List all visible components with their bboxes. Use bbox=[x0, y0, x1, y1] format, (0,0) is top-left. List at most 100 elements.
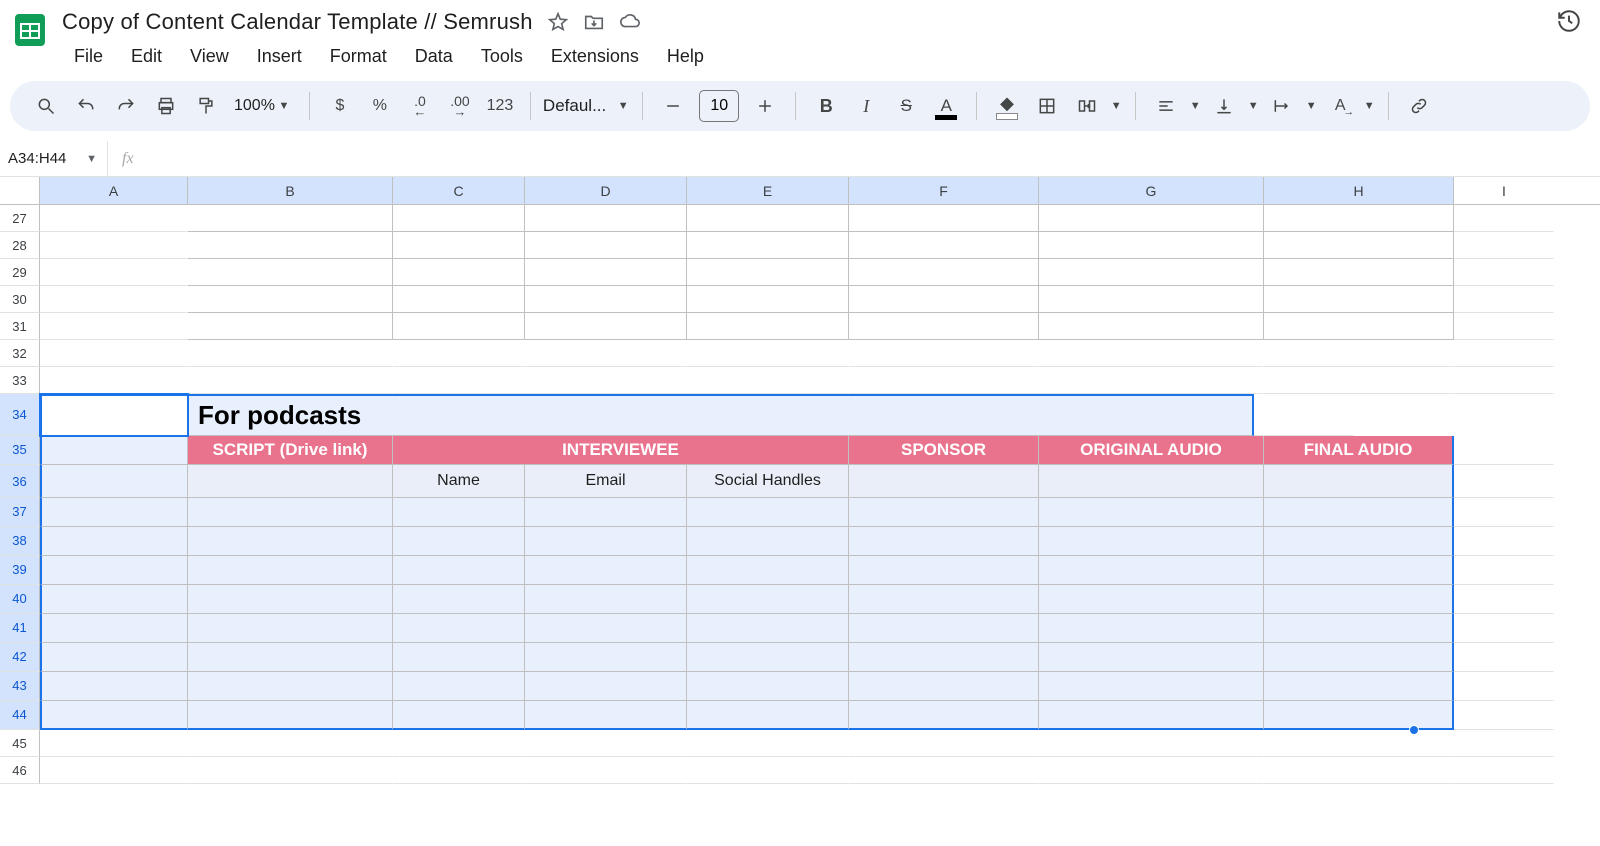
cell[interactable] bbox=[188, 259, 393, 286]
doc-title[interactable]: Copy of Content Calendar Template // Sem… bbox=[62, 9, 533, 35]
cell[interactable] bbox=[849, 556, 1039, 585]
col-header[interactable]: D bbox=[525, 177, 687, 204]
cell[interactable] bbox=[687, 367, 849, 394]
selection-handle[interactable] bbox=[1409, 725, 1419, 735]
cell[interactable] bbox=[1264, 259, 1454, 286]
cell[interactable] bbox=[687, 614, 849, 643]
formula-input[interactable] bbox=[134, 141, 1600, 176]
print-icon[interactable] bbox=[148, 88, 184, 124]
version-history-icon[interactable] bbox=[1556, 8, 1584, 36]
cell[interactable] bbox=[393, 643, 525, 672]
cell[interactable] bbox=[1039, 465, 1264, 498]
cell[interactable] bbox=[687, 556, 849, 585]
cell[interactable] bbox=[40, 232, 188, 259]
cell[interactable] bbox=[849, 585, 1039, 614]
cell[interactable] bbox=[849, 757, 1039, 784]
caret-down-icon[interactable]: ▼ bbox=[86, 153, 97, 165]
active-cell[interactable] bbox=[40, 394, 188, 436]
col-header[interactable]: E bbox=[687, 177, 849, 204]
cell[interactable] bbox=[1264, 498, 1454, 527]
cell[interactable] bbox=[188, 313, 393, 340]
cell[interactable] bbox=[40, 585, 188, 614]
caret-down-icon[interactable]: ▼ bbox=[1188, 100, 1202, 112]
paint-format-icon[interactable] bbox=[188, 88, 224, 124]
cell[interactable] bbox=[393, 259, 525, 286]
cell[interactable] bbox=[1454, 556, 1554, 585]
cell[interactable] bbox=[525, 286, 687, 313]
cell[interactable] bbox=[40, 643, 188, 672]
col-header[interactable]: F bbox=[849, 177, 1039, 204]
caret-down-icon[interactable]: ▼ bbox=[1304, 100, 1318, 112]
cell[interactable] bbox=[525, 556, 687, 585]
cell[interactable] bbox=[40, 205, 188, 232]
cell[interactable] bbox=[1454, 672, 1554, 701]
cell[interactable] bbox=[525, 701, 687, 730]
cell[interactable] bbox=[1039, 672, 1264, 701]
search-icon[interactable] bbox=[28, 88, 64, 124]
cell[interactable] bbox=[849, 205, 1039, 232]
cell[interactable] bbox=[1039, 643, 1264, 672]
col-header[interactable]: I bbox=[1454, 177, 1554, 204]
cell[interactable] bbox=[1039, 614, 1264, 643]
cell[interactable] bbox=[1264, 757, 1454, 784]
cell[interactable] bbox=[1039, 527, 1264, 556]
cell[interactable] bbox=[1039, 205, 1264, 232]
caret-down-icon[interactable]: ▼ bbox=[1246, 100, 1260, 112]
cell[interactable] bbox=[40, 527, 188, 556]
cell[interactable] bbox=[188, 232, 393, 259]
cell[interactable] bbox=[687, 672, 849, 701]
cell[interactable] bbox=[1039, 730, 1264, 757]
move-folder-icon[interactable] bbox=[583, 11, 605, 33]
cell[interactable] bbox=[188, 465, 393, 498]
cell[interactable] bbox=[393, 585, 525, 614]
fill-color-button[interactable] bbox=[989, 88, 1025, 124]
name-box[interactable]: A34:H44▼ bbox=[0, 141, 108, 176]
cell[interactable] bbox=[393, 701, 525, 730]
cell[interactable] bbox=[849, 232, 1039, 259]
cell[interactable] bbox=[188, 757, 393, 784]
caret-down-icon[interactable]: ▼ bbox=[1362, 100, 1376, 112]
cell[interactable] bbox=[849, 465, 1039, 498]
cell[interactable] bbox=[1264, 232, 1454, 259]
increase-font-size-button[interactable] bbox=[747, 88, 783, 124]
cell[interactable] bbox=[1454, 465, 1554, 498]
cell[interactable] bbox=[1039, 340, 1264, 367]
cell[interactable] bbox=[849, 730, 1039, 757]
increase-decimal-button[interactable]: .00→ bbox=[442, 88, 478, 124]
cell[interactable] bbox=[393, 205, 525, 232]
spreadsheet-grid[interactable]: A B C D E F G H I 27 28 29 30 31 32 33 3… bbox=[0, 177, 1600, 784]
cell[interactable] bbox=[393, 286, 525, 313]
cell[interactable] bbox=[1039, 701, 1264, 730]
cell[interactable] bbox=[687, 232, 849, 259]
cell[interactable] bbox=[188, 527, 393, 556]
cell[interactable] bbox=[188, 730, 393, 757]
cell[interactable] bbox=[1454, 286, 1554, 313]
cell[interactable] bbox=[40, 465, 188, 498]
cell[interactable] bbox=[687, 259, 849, 286]
cell[interactable] bbox=[1454, 527, 1554, 556]
cell[interactable] bbox=[525, 527, 687, 556]
cell[interactable] bbox=[687, 313, 849, 340]
cell[interactable] bbox=[687, 340, 849, 367]
cell[interactable] bbox=[1454, 585, 1554, 614]
col-header[interactable]: A bbox=[40, 177, 188, 204]
cell[interactable] bbox=[1264, 286, 1454, 313]
cell[interactable] bbox=[40, 672, 188, 701]
cell[interactable] bbox=[188, 672, 393, 701]
section-title-cell[interactable]: For podcasts bbox=[188, 394, 1254, 436]
cell[interactable] bbox=[393, 527, 525, 556]
cell[interactable] bbox=[849, 701, 1039, 730]
cell[interactable] bbox=[188, 367, 393, 394]
cell[interactable] bbox=[849, 498, 1039, 527]
cell[interactable] bbox=[188, 340, 393, 367]
cell[interactable] bbox=[1454, 643, 1554, 672]
cell[interactable] bbox=[188, 614, 393, 643]
cell[interactable] bbox=[849, 643, 1039, 672]
cell[interactable] bbox=[849, 614, 1039, 643]
format-currency-button[interactable]: $ bbox=[322, 88, 358, 124]
header-script[interactable]: SCRIPT (Drive link) bbox=[188, 436, 393, 465]
cell[interactable] bbox=[1264, 643, 1454, 672]
cell[interactable] bbox=[525, 367, 687, 394]
cell[interactable] bbox=[1039, 259, 1264, 286]
cell[interactable] bbox=[525, 730, 687, 757]
